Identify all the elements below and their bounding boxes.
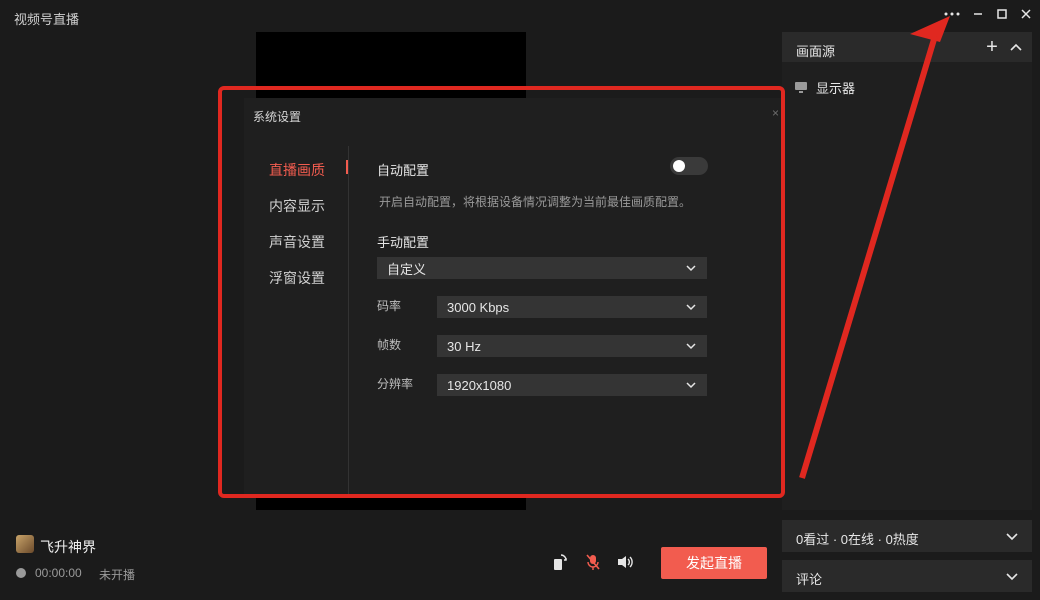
- start-live-button[interactable]: 发起直播: [661, 547, 767, 579]
- comments-label: 评论: [796, 572, 823, 587]
- stats-text: 0看过 · 0在线 · 0热度: [796, 532, 919, 547]
- clock-icon: [16, 568, 26, 578]
- app-title: 视频号直播: [14, 12, 80, 27]
- stats-bar[interactable]: 0看过 · 0在线 · 0热度: [782, 520, 1032, 552]
- comments-bar[interactable]: 评论: [782, 560, 1032, 592]
- collapse-sources-button[interactable]: [1006, 36, 1026, 58]
- live-timer: 00:00:00: [35, 566, 82, 580]
- add-source-button[interactable]: +: [982, 36, 1002, 58]
- maximize-button[interactable]: [990, 4, 1014, 24]
- close-icon: [1021, 9, 1031, 19]
- avatar: [16, 535, 34, 553]
- close-window-button[interactable]: [1014, 4, 1038, 24]
- annotation-highlight-box: [218, 86, 785, 498]
- mic-muted-icon: [586, 554, 600, 570]
- chevron-up-icon: [1010, 43, 1022, 51]
- speaker-icon: [618, 556, 633, 568]
- minimize-icon: [974, 13, 982, 15]
- speaker-button[interactable]: [616, 553, 634, 571]
- maximize-icon: [997, 9, 1007, 19]
- chevron-down-icon: [1006, 573, 1018, 581]
- minimize-button[interactable]: [966, 4, 990, 24]
- rotate-screen-button[interactable]: [551, 553, 569, 571]
- rotate-icon: [554, 554, 567, 570]
- mic-toggle-button[interactable]: [584, 553, 602, 571]
- chevron-down-icon: [1006, 533, 1018, 541]
- annotation-arrow-icon: [799, 16, 950, 479]
- user-name: 飞升神界: [40, 539, 96, 555]
- live-status: 未开播: [99, 568, 136, 582]
